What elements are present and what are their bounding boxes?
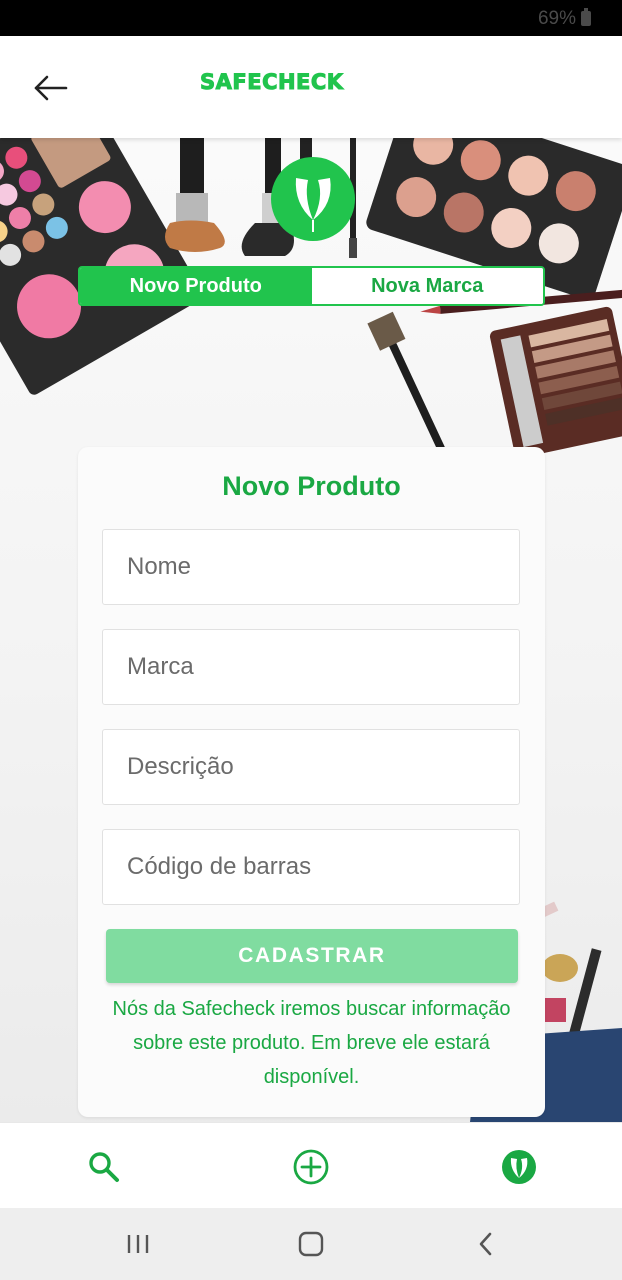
new-product-form: Novo Produto CADASTRAR Nós da Safecheck … [78, 447, 545, 1117]
form-title: Novo Produto [222, 471, 401, 501]
nav-search-button[interactable] [84, 1147, 124, 1187]
chevron-left-icon [479, 1232, 492, 1256]
bottom-navigation [0, 1122, 622, 1208]
description-input[interactable] [102, 729, 520, 805]
name-input[interactable] [102, 529, 520, 605]
register-button[interactable]: CADASTRAR [106, 929, 518, 983]
barcode-input[interactable] [102, 829, 520, 905]
app-header: SAFECHECK [0, 36, 622, 138]
brand-input[interactable] [102, 629, 520, 705]
search-icon [89, 1152, 119, 1182]
battery-icon [581, 8, 591, 26]
leaf-logo-icon [502, 1150, 536, 1184]
product-brand-tab-toggle: Novo Produto Nova Marca [78, 266, 545, 306]
battery-percentage: 69% [537, 8, 576, 29]
recent-apps-icon [127, 1235, 149, 1253]
recent-apps-button[interactable] [118, 1226, 158, 1262]
add-circle-icon [293, 1149, 329, 1185]
home-icon [298, 1231, 324, 1257]
app-logo: SAFECHECK [200, 70, 344, 95]
nav-home-button[interactable] [499, 1147, 539, 1187]
tab-novo-produto[interactable]: Novo Produto [80, 268, 312, 304]
back-button[interactable] [28, 68, 72, 108]
info-message: Nós da Safecheck iremos buscar informaçã… [112, 998, 511, 1088]
brand-logo-icon [271, 157, 355, 241]
system-back-button[interactable] [466, 1226, 506, 1262]
arrow-left-icon [34, 75, 68, 101]
tab-nova-marca[interactable]: Nova Marca [311, 268, 543, 304]
status-bar: 69% [0, 0, 622, 36]
nav-add-button[interactable] [291, 1147, 331, 1187]
system-navigation-bar [0, 1208, 622, 1280]
home-button[interactable] [291, 1226, 331, 1262]
